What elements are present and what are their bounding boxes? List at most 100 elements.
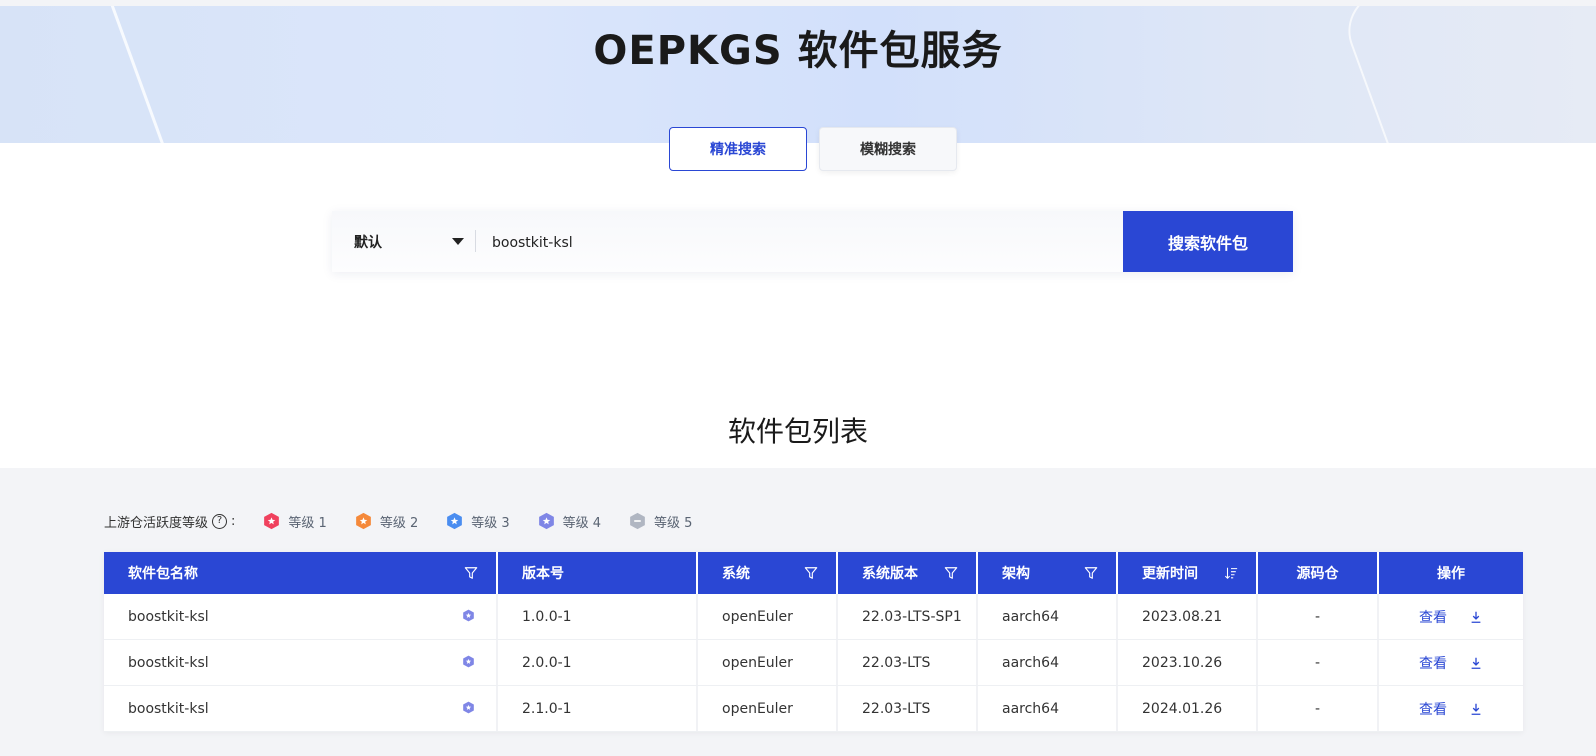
search-scope-select[interactable]: 默认 <box>354 211 464 272</box>
level-item: 等级 1 <box>263 512 327 531</box>
cell-text: 22.03-LTS <box>862 654 931 671</box>
cell-text: - <box>1314 700 1321 717</box>
column-header-label: 系统版本 <box>862 566 918 582</box>
level-label: 等级 4 <box>562 515 602 531</box>
column-header[interactable]: 架构 <box>976 552 1116 594</box>
cell-text: - <box>1314 654 1321 671</box>
level-label: 等级 1 <box>288 515 327 531</box>
table-cell: 22.03-LTS-SP1 <box>836 594 976 639</box>
tab-fuzzy-search[interactable]: 模糊搜索 <box>819 127 957 171</box>
table-cell: 查看 <box>1377 640 1523 685</box>
table-cell: openEuler <box>696 640 836 685</box>
activity-level-label: 上游仓活跃度等级 <box>104 515 209 531</box>
table-cell: openEuler <box>696 594 836 639</box>
table-cell: boostkit-ksl <box>104 640 496 685</box>
table-cell: 2.0.0-1 <box>496 640 696 685</box>
search-input[interactable] <box>490 229 1094 257</box>
table-row: boostkit-ksl 2.1.0-1 openEuler 22.03-LTS aar… <box>104 686 1523 732</box>
table-body: boostkit-ksl 1.0.0-1 openEuler 22.03-LTS-SP… <box>104 594 1523 732</box>
cell-text: boostkit-ksl <box>128 608 209 625</box>
activity-level-icon <box>463 655 474 668</box>
column-header[interactable]: 更新时间 <box>1116 552 1256 594</box>
filter-icon[interactable] <box>464 566 478 580</box>
table-cell: openEuler <box>696 686 836 731</box>
caret-down-icon <box>452 238 464 245</box>
cell-text: - <box>1314 608 1321 625</box>
cell-text: 2.1.0-1 <box>522 700 572 717</box>
search-button[interactable]: 搜索软件包 <box>1123 211 1293 272</box>
table-cell: 查看 <box>1377 594 1523 639</box>
activity-level-icon <box>463 609 474 622</box>
page: OEPKGS 软件包服务 精准搜索 模糊搜索 默认 搜索软件包 软件包列表 上游… <box>0 0 1596 756</box>
view-link[interactable]: 查看 <box>1419 653 1447 673</box>
table-cell: 2024.01.26 <box>1116 686 1256 731</box>
cell-text: aarch64 <box>1002 608 1059 625</box>
column-header: 版本号 <box>496 552 696 594</box>
sort-icon[interactable] <box>1224 566 1238 580</box>
column-header-label: 架构 <box>1002 566 1030 582</box>
cell-text: openEuler <box>722 608 793 625</box>
cell-text: boostkit-ksl <box>128 700 209 717</box>
search-scope-value: 默认 <box>354 234 382 251</box>
cell-text: 2023.10.26 <box>1142 654 1223 671</box>
table-cell: - <box>1256 686 1377 731</box>
column-header: 操作 <box>1377 552 1523 594</box>
cell-text: 2.0.0-1 <box>522 654 572 671</box>
table-cell: 2.1.0-1 <box>496 686 696 731</box>
level-label: 等级 5 <box>654 515 693 531</box>
level-badge-icon <box>630 512 645 530</box>
table-cell: 2023.10.26 <box>1116 640 1256 685</box>
cell-text: aarch64 <box>1002 700 1059 717</box>
column-header-label: 源码仓 <box>1296 566 1339 582</box>
search-bar: 默认 搜索软件包 <box>332 211 1293 272</box>
tab-exact-search[interactable]: 精准搜索 <box>669 127 807 171</box>
table-cell: aarch64 <box>976 686 1116 731</box>
help-icon[interactable]: ? <box>212 513 228 529</box>
cell-text: 22.03-LTS-SP1 <box>862 608 962 625</box>
table-cell: 2023.08.21 <box>1116 594 1256 639</box>
view-link[interactable]: 查看 <box>1419 699 1447 719</box>
list-title: 软件包列表 <box>727 415 868 448</box>
level-badge-icon <box>264 512 280 530</box>
column-header-label: 系统 <box>722 566 750 582</box>
level-badge-icon <box>447 512 463 530</box>
column-header-label: 操作 <box>1437 566 1465 582</box>
filter-icon[interactable] <box>944 566 958 580</box>
view-link[interactable]: 查看 <box>1419 607 1447 627</box>
activity-level-legend: 上游仓活跃度等级 ? : 等级 1 等级 2 等级 3 等级 4 等级 5 <box>104 509 692 533</box>
filter-icon[interactable] <box>1084 566 1098 580</box>
column-header[interactable]: 软件包名称 <box>104 552 496 594</box>
cell-text: aarch64 <box>1002 654 1059 671</box>
cell-text: boostkit-ksl <box>128 654 209 671</box>
cell-text: openEuler <box>722 700 793 717</box>
column-header[interactable]: 系统版本 <box>836 552 976 594</box>
level-label: 等级 3 <box>471 515 510 531</box>
cell-text: 2024.01.26 <box>1142 700 1223 717</box>
table-cell: 22.03-LTS <box>836 640 976 685</box>
activity-level-icon <box>463 701 474 714</box>
download-icon[interactable] <box>1469 702 1483 716</box>
table-cell: 22.03-LTS <box>836 686 976 731</box>
filter-icon[interactable] <box>804 566 818 580</box>
cell-text: 22.03-LTS <box>862 700 931 717</box>
table-cell: - <box>1256 594 1377 639</box>
cell-text: 2023.08.21 <box>1142 608 1223 625</box>
level-item: 等级 5 <box>629 512 692 531</box>
page-title: OEPKGS 软件包服务 <box>593 28 1003 74</box>
column-header-label: 软件包名称 <box>128 566 198 582</box>
column-header-label: 更新时间 <box>1142 566 1198 582</box>
level-badge-icon <box>355 512 371 530</box>
level-item: 等级 4 <box>538 512 601 531</box>
column-header-label: 版本号 <box>522 566 564 582</box>
cell-text: 1.0.0-1 <box>522 608 572 625</box>
level-item: 等级 3 <box>446 512 510 531</box>
package-table: 软件包名称 版本号 系统 系统版本 架构 更新时间 源码仓 操作 boostkit-ksl 1.… <box>104 552 1523 732</box>
table-cell: aarch64 <box>976 640 1116 685</box>
level-label: 等级 2 <box>379 515 419 531</box>
table-cell: - <box>1256 640 1377 685</box>
column-header[interactable]: 系统 <box>696 552 836 594</box>
cell-text: openEuler <box>722 654 793 671</box>
download-icon[interactable] <box>1469 656 1483 670</box>
download-icon[interactable] <box>1469 610 1483 624</box>
table-row: boostkit-ksl 2.0.0-1 openEuler 22.03-LTS aar… <box>104 640 1523 686</box>
